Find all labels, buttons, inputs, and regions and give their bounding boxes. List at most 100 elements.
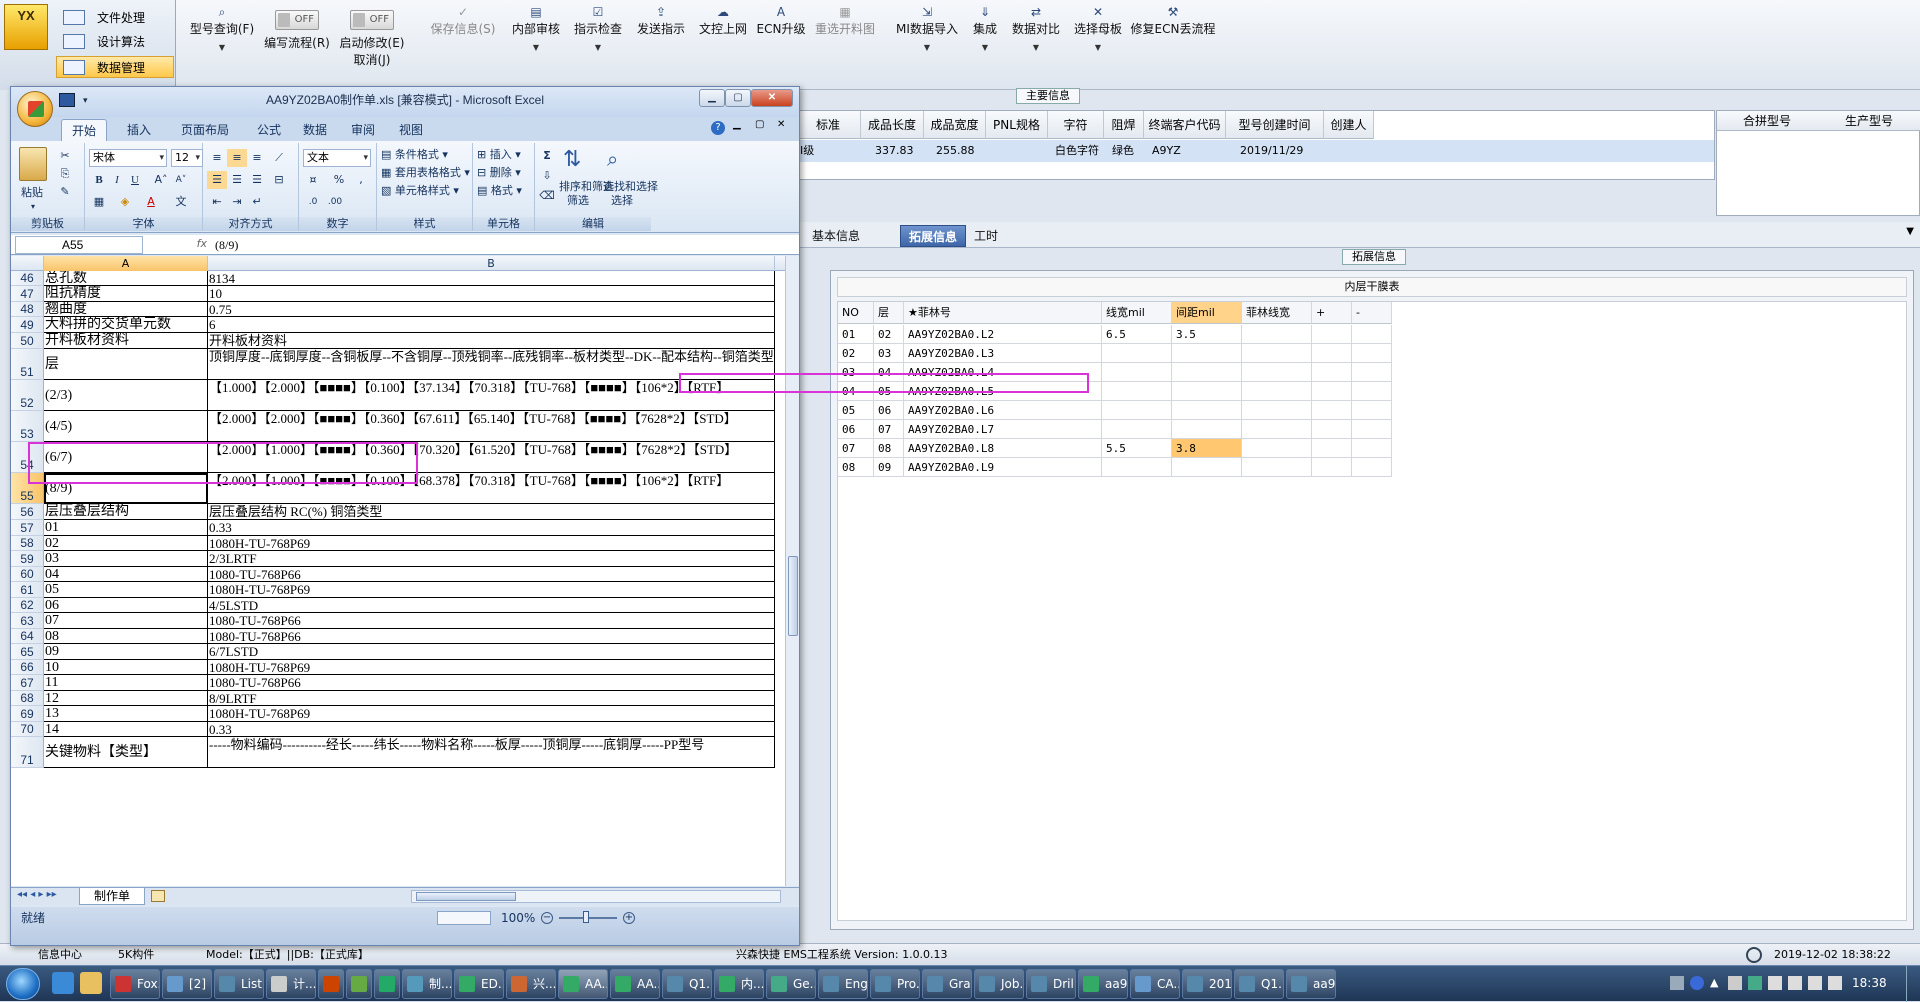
table-cell[interactable] — [1352, 325, 1392, 344]
percent-icon[interactable]: % — [329, 171, 349, 189]
nav-file-processing[interactable]: 文件处理 — [56, 6, 174, 28]
row-number[interactable]: 47 — [11, 286, 44, 302]
cell-a[interactable]: 11 — [44, 675, 208, 691]
table-cell[interactable]: 白色字符 — [1051, 141, 1107, 161]
doc-control-online-button[interactable]: ☁ 文控上网 — [694, 4, 752, 70]
cell-b[interactable]: -----物料编码----------经长-----纬长-----物料名称---… — [208, 737, 775, 768]
off-toggle[interactable]: OFF — [275, 10, 319, 30]
taskbar-item[interactable]: Ge... — [766, 969, 816, 999]
zoom-slider-thumb[interactable] — [583, 911, 589, 923]
table-cell[interactable]: 5.5 — [1102, 439, 1172, 458]
column-header[interactable]: 合拼型号 — [1717, 111, 1817, 131]
table-cell[interactable]: AA9YZ02BA0.L5 — [904, 382, 1102, 401]
select-mother-board-button[interactable]: ✕ 选择母板 ▼ — [1068, 4, 1128, 70]
cell-a[interactable]: 12 — [44, 691, 208, 706]
tab-view[interactable]: 视图 — [389, 119, 433, 141]
cell-a[interactable]: 开料板材资料 — [44, 333, 208, 349]
table-cell[interactable] — [1172, 363, 1242, 382]
table-cell[interactable] — [1352, 344, 1392, 363]
column-header[interactable]: 间距mil — [1172, 302, 1242, 324]
table-cell[interactable]: 03 — [874, 344, 904, 363]
cell-b[interactable]: 1080-TU-768P66 — [208, 629, 775, 644]
align-top-icon[interactable]: ≡ — [207, 149, 227, 167]
cell-a[interactable]: 总孔数 — [44, 271, 208, 286]
office-button[interactable] — [17, 91, 53, 127]
internal-review-button[interactable]: ▤ 内部审核 ▼ — [506, 4, 566, 70]
table-cell[interactable] — [1242, 363, 1312, 382]
decrease-decimal-icon[interactable]: .00 — [325, 193, 345, 211]
table-cell[interactable]: 01 — [838, 325, 874, 344]
cell-a[interactable]: 关键物料【类型】 — [44, 737, 208, 768]
tab-work-hours[interactable]: 工时 — [966, 225, 1006, 247]
taskbar-item[interactable]: [2] ... — [162, 969, 212, 999]
table-cell[interactable]: AA9YZ02BA0.L7 — [904, 420, 1102, 439]
cell-a[interactable]: (8/9) — [44, 473, 208, 504]
cell-b[interactable]: 10 — [208, 286, 775, 302]
close-button[interactable]: ✕ — [751, 89, 793, 107]
instruction-check-button[interactable]: ☑ 指示检查 ▼ — [568, 4, 628, 70]
horizontal-scrollbar[interactable] — [411, 890, 781, 903]
volume-icon[interactable] — [1768, 976, 1782, 990]
taskbar-item[interactable]: 兴... — [506, 969, 556, 999]
row-number[interactable]: 69 — [11, 706, 44, 722]
cell-b[interactable]: 【2.000】【2.000】【■■■■】【0.360】【67.611】【65.1… — [208, 411, 775, 442]
reselect-cutting-chart-button[interactable]: ▦ 重选开料图 — [810, 4, 880, 70]
row-number[interactable]: 68 — [11, 691, 44, 706]
table-cell[interactable]: AA9YZ02BA0.L9 — [904, 458, 1102, 477]
ecn-upgrade-button[interactable]: A ECN升级 — [756, 4, 806, 70]
cell-a[interactable]: 13 — [44, 706, 208, 722]
cell-b[interactable]: 8134 — [208, 271, 775, 286]
cell-b[interactable]: 0.33 — [208, 520, 775, 536]
table-cell[interactable] — [1172, 344, 1242, 363]
power-icon[interactable] — [1828, 976, 1842, 990]
column-header[interactable]: NO — [838, 302, 874, 324]
taskbar-item[interactable]: AA... — [610, 969, 660, 999]
fill-icon[interactable]: ⇩ — [537, 167, 557, 185]
cell-a[interactable]: (2/3) — [44, 380, 208, 411]
table-cell[interactable] — [1102, 344, 1172, 363]
send-instruction-button[interactable]: ⇪ 发送指示 — [632, 4, 690, 70]
cell-a[interactable]: 04 — [44, 567, 208, 582]
tab-data[interactable]: 数据 — [293, 119, 337, 141]
remove-column-button[interactable]: - — [1352, 302, 1392, 324]
cell-b[interactable]: 1080-TU-768P66 — [208, 675, 775, 691]
chevron-down-icon[interactable]: ▾ — [83, 87, 88, 113]
nav-design-algorithm[interactable]: 设计算法 — [56, 30, 174, 52]
taskbar-item[interactable]: List... — [214, 969, 264, 999]
table-cell[interactable] — [1242, 344, 1312, 363]
column-header[interactable]: ★菲林号 — [904, 302, 1102, 324]
row-number[interactable]: 50 — [11, 333, 44, 349]
tab-insert[interactable]: 插入 — [117, 119, 161, 141]
table-cell[interactable] — [1242, 439, 1312, 458]
save-icon[interactable] — [59, 93, 75, 107]
tab-formulas[interactable]: 公式 — [247, 119, 291, 141]
tab-basic-info[interactable]: 基本信息 — [804, 225, 868, 247]
cell-a[interactable]: 层 — [44, 349, 208, 380]
restore-doc-button[interactable]: ▢ — [755, 119, 764, 130]
zoom-in-icon[interactable]: + — [623, 912, 635, 924]
format-painter-icon[interactable]: ✎ — [55, 183, 75, 201]
cell-a[interactable]: 阻抗精度 — [44, 286, 208, 302]
table-cell[interactable] — [1242, 325, 1312, 344]
taskbar-item[interactable]: Q1... — [1234, 969, 1284, 999]
taskbar-item[interactable]: aa9... — [1078, 969, 1128, 999]
cell-a[interactable]: 03 — [44, 551, 208, 567]
table-cell[interactable] — [1102, 382, 1172, 401]
cell-a[interactable]: 01 — [44, 520, 208, 536]
table-cell[interactable]: 02 — [838, 344, 874, 363]
taskbar-item[interactable]: Pro... — [870, 969, 920, 999]
taskbar-item[interactable]: ED... — [454, 969, 504, 999]
row-number[interactable]: 54 — [11, 442, 44, 473]
taskbar-item[interactable]: Q1... — [662, 969, 712, 999]
row-number[interactable]: 64 — [11, 629, 44, 644]
cut-icon[interactable]: ✂ — [55, 147, 75, 165]
data-compare-button[interactable]: ⇄ 数据对比 ▼ — [1006, 4, 1066, 70]
row-number[interactable]: 53 — [11, 411, 44, 442]
table-cell[interactable] — [1352, 439, 1392, 458]
row-number[interactable]: 70 — [11, 722, 44, 737]
cell-b[interactable]: 【2.000】【1.000】【■■■■】【0.360】【70.320】【61.5… — [208, 442, 775, 473]
taskbar-item[interactable]: 计... — [266, 969, 316, 999]
align-center-icon[interactable]: ☰ — [227, 171, 247, 189]
increase-decimal-icon[interactable]: .0 — [303, 193, 323, 211]
table-cell[interactable]: 绿色 — [1108, 141, 1148, 161]
